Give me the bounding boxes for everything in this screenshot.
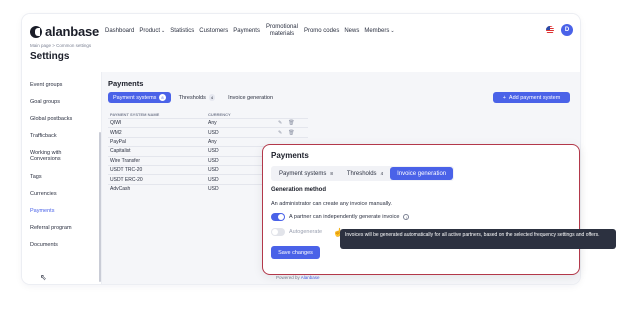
page-title: Settings <box>30 51 70 62</box>
table-row[interactable]: QIWI Any ✎ 🗑 <box>108 118 308 127</box>
column-header-currency: CURRENCY <box>208 111 231 117</box>
pencil-icon[interactable]: ✎ <box>278 120 282 126</box>
cell-currency: USD <box>208 129 219 136</box>
cell-name: USDT TRC-20 <box>110 167 143 174</box>
add-button-label: Add payment system <box>508 94 561 101</box>
tab-label: Invoice generation <box>228 94 274 101</box>
nav-promotional-materials[interactable]: Promotional materials <box>265 24 299 38</box>
payments-tabs: Payment systems 8 Thresholds 4 Invoice g… <box>108 92 278 103</box>
top-header: alanbase Dashboard Product⌄ Statistics C… <box>22 14 580 66</box>
nav-customers[interactable]: Customers <box>199 28 228 34</box>
tab-label: Payment systems <box>279 170 327 177</box>
trash-icon[interactable]: 🗑 <box>288 120 294 126</box>
nav-members[interactable]: Members⌄ <box>364 28 394 34</box>
tab-invoice-generation[interactable]: Invoice generation <box>390 167 454 180</box>
zoomed-invoice-generation-panel: Payments Payment systems 8 Thresholds 4 … <box>262 144 616 275</box>
nav-statistics[interactable]: Statistics <box>170 28 194 34</box>
autogenerate-label: Autogenerate <box>289 229 323 235</box>
generation-method-heading: Generation method <box>271 187 327 193</box>
autogenerate-toggle[interactable] <box>271 228 285 236</box>
main-nav: Dashboard Product⌄ Statistics Customers … <box>105 24 395 38</box>
tab-thresholds[interactable]: Thresholds 4 <box>340 167 390 180</box>
tab-label: Invoice generation <box>397 170 447 177</box>
tab-payment-systems[interactable]: Payment systems 8 <box>272 167 340 180</box>
tab-count-badge: 8 <box>159 94 166 101</box>
powered-by: Powered by Alanbase <box>276 275 320 280</box>
alanbase-logo-icon <box>30 25 42 38</box>
trash-icon[interactable]: 🗑 <box>288 130 294 136</box>
autogenerate-row: Autogenerate <box>271 228 322 236</box>
tab-count-badge: 4 <box>208 94 216 101</box>
sidebar-item-documents[interactable]: Documents <box>30 242 58 248</box>
nav-members-label: Members <box>364 28 390 34</box>
chevron-down-icon: ⌄ <box>390 28 395 34</box>
sidebar-item-goal-groups[interactable]: Goal groups <box>30 99 60 105</box>
logo-text: alanbase <box>45 24 100 39</box>
toggle-knob <box>272 229 278 235</box>
nav-product[interactable]: Product⌄ <box>139 28 165 34</box>
tab-thresholds[interactable]: Thresholds 4 <box>174 92 220 103</box>
autogenerate-tooltip: Invoices will be generated automatically… <box>340 229 616 249</box>
sidebar-item-trafficback[interactable]: Trafficback <box>30 133 57 139</box>
nav-product-label: Product <box>139 28 161 34</box>
avatar[interactable]: D <box>561 24 573 36</box>
breadcrumb[interactable]: Main page > Common settings <box>30 43 91 48</box>
tab-count-badge: 8 <box>330 171 333 176</box>
powered-by-label: Powered by <box>276 275 300 280</box>
sidebar-item-working-with-conversions[interactable]: Working with Conversions <box>30 150 90 162</box>
partner-generate-label: A partner can independently generate inv… <box>289 214 400 220</box>
sidebar-scrollbar[interactable] <box>99 132 101 282</box>
section-title: Payments <box>108 79 144 88</box>
us-flag-icon[interactable] <box>546 26 554 34</box>
powered-by-brand-link[interactable]: Alanbase <box>301 275 320 280</box>
zoom-tabs: Payment systems 8 Thresholds 4 Invoice g… <box>271 166 455 181</box>
sidebar-item-event-groups[interactable]: Event groups <box>30 82 62 88</box>
cell-name: Capitalist <box>110 148 131 155</box>
table-header: PAYMENT SYSTEM NAME CURRENCY <box>108 110 308 118</box>
tab-label: Thresholds <box>178 94 206 101</box>
partner-generate-row: A partner can independently generate inv… <box>271 213 410 221</box>
tab-label: Thresholds <box>346 170 377 177</box>
cell-name: USDT ERC-20 <box>110 176 143 183</box>
info-icon[interactable]: i <box>403 214 410 220</box>
tab-label: Payment systems <box>113 94 157 101</box>
pencil-icon[interactable]: ✎ <box>278 130 282 136</box>
nav-dashboard[interactable]: Dashboard <box>105 28 134 34</box>
mouse-pointer-icon: ⇖ <box>40 273 47 282</box>
save-changes-button[interactable]: Save changes <box>271 246 320 259</box>
nav-payments[interactable]: Payments <box>233 28 260 34</box>
sidebar-item-tags[interactable]: Tags <box>30 174 42 180</box>
column-header-name: PAYMENT SYSTEM NAME <box>110 111 160 117</box>
chevron-down-icon: ⌄ <box>161 28 166 34</box>
sidebar-item-referral-program[interactable]: Referral program <box>30 225 72 231</box>
cell-name: AdvCash <box>110 185 131 192</box>
cell-name: QIWI <box>110 120 122 127</box>
cell-name: PayPal <box>110 138 126 145</box>
sidebar-item-currencies[interactable]: Currencies <box>30 191 57 197</box>
cell-name: Wire Transfer <box>110 157 141 164</box>
partner-generate-toggle[interactable] <box>271 213 285 221</box>
admin-note: An administrator can create any invoice … <box>271 201 392 207</box>
nav-news[interactable]: News <box>344 28 359 34</box>
cell-currency: Any <box>208 120 217 127</box>
tab-payment-systems[interactable]: Payment systems 8 <box>108 92 171 103</box>
toggle-knob <box>278 214 284 220</box>
logo[interactable]: alanbase <box>30 24 99 39</box>
plus-icon: + <box>502 94 506 101</box>
zoom-title: Payments <box>271 151 309 160</box>
table-row[interactable]: WM2 USD ✎ 🗑 <box>108 127 308 136</box>
tab-invoice-generation[interactable]: Invoice generation <box>223 92 278 103</box>
add-payment-system-button[interactable]: + Add payment system <box>493 92 570 103</box>
sidebar-item-global-postbacks[interactable]: Global postbacks <box>30 116 72 122</box>
settings-sidebar: Event groups Goal groups Global postback… <box>22 72 102 284</box>
nav-promo-codes[interactable]: Promo codes <box>304 28 339 34</box>
cell-name: WM2 <box>110 129 122 136</box>
sidebar-item-payments[interactable]: Payments <box>30 208 54 214</box>
tab-count-badge: 4 <box>380 171 384 176</box>
